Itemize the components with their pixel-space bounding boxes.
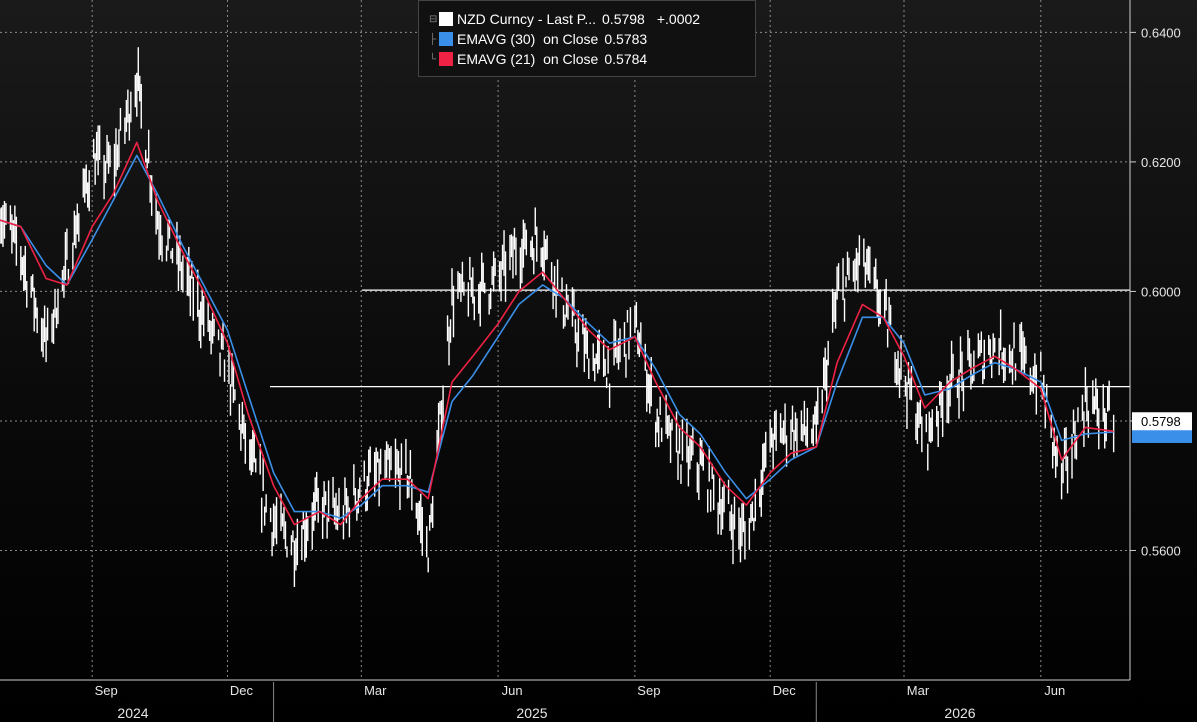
tree-branch-end-icon: └: [429, 53, 437, 65]
legend-swatch-ema30: [439, 32, 453, 46]
x-tick-label: Sep: [637, 683, 660, 698]
legend-price-value: 0.5798: [602, 11, 645, 27]
last-price-label: 0.5798: [1141, 414, 1181, 429]
ema30-line: [0, 154, 1114, 519]
x-tick-label: Mar: [907, 683, 930, 698]
legend-row-ema30: ├ EMAVG (30) on Close 0.5783: [429, 29, 749, 49]
x-tick-label: Mar: [364, 683, 387, 698]
x-tick-label: Jun: [1044, 683, 1065, 698]
price-chart: Sep Dec Mar Jun Sep Dec Mar Jun 0.6400 0.6200 0.60…: [0, 0, 1192, 722]
chart-area: Sep Dec Mar Jun Sep Dec Mar Jun 0.6400 0.6200 0.60…: [0, 0, 1197, 722]
x-tick-label: Jun: [502, 683, 523, 698]
y-tick-label: 0.6200: [1141, 155, 1181, 170]
ema21-line: [0, 141, 1114, 526]
legend-ema30-value: 0.5783: [604, 31, 648, 47]
tree-minus-icon: ⊟: [429, 13, 438, 25]
x-tick-label: Dec: [230, 683, 254, 698]
year-label: 2024: [117, 705, 148, 721]
legend-price-name: NZD Curncy - Last P...: [457, 11, 597, 27]
year-label: 2025: [516, 705, 547, 721]
chart-legend: ⊟ NZD Curncy - Last P... 0.5798 +.0002 ├…: [418, 0, 756, 77]
tree-branch-icon: ├: [429, 33, 437, 45]
legend-price-change: +.0002: [656, 11, 701, 27]
x-tick-label: Sep: [95, 683, 118, 698]
price-bars: [0, 47, 1115, 587]
legend-row-ema21: └ EMAVG (21) on Close 0.5784: [429, 49, 749, 69]
legend-swatch-ema21: [439, 52, 453, 66]
legend-ema21-name: EMAVG (21) on Close: [457, 51, 599, 67]
ema-lines: [0, 141, 1114, 526]
y-tick-label: 0.6000: [1141, 284, 1181, 299]
legend-row-price: ⊟ NZD Curncy - Last P... 0.5798 +.0002: [429, 9, 749, 29]
y-tick-label: 0.6400: [1141, 25, 1181, 40]
legend-ema30-name: EMAVG (30) on Close: [457, 31, 599, 47]
year-label: 2026: [944, 705, 975, 721]
legend-ema21-value: 0.5784: [604, 51, 648, 67]
y-tick-label: 0.5600: [1141, 543, 1181, 558]
legend-swatch-price: [439, 12, 453, 26]
x-tick-label: Dec: [773, 683, 797, 698]
